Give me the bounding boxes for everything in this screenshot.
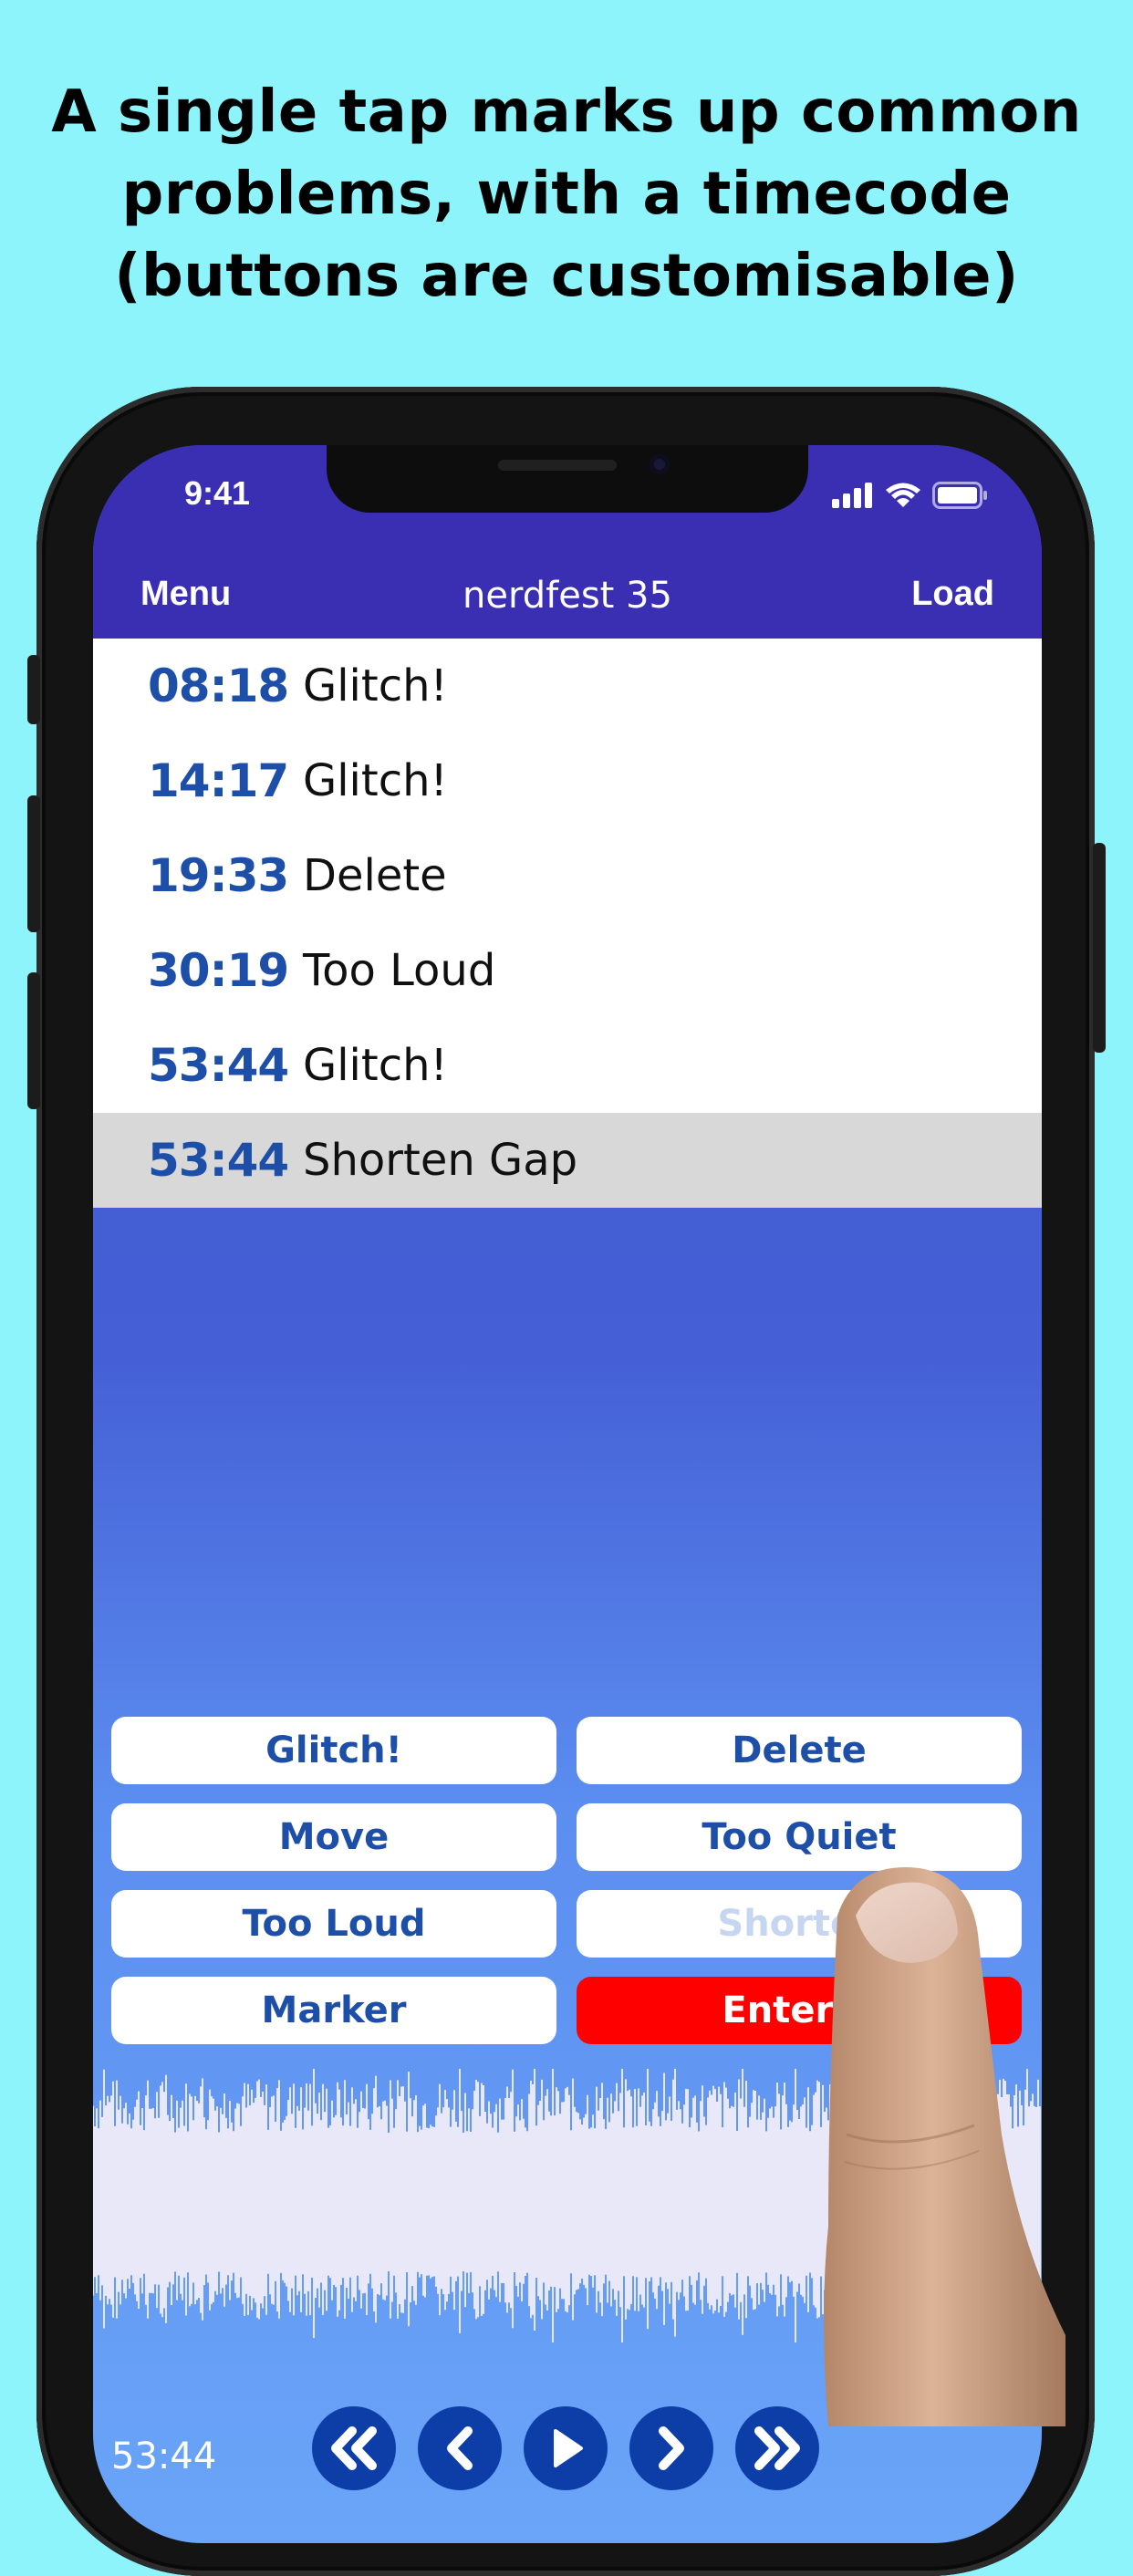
skip-back-double-button[interactable] (312, 2406, 396, 2490)
playback-time: 53:44 (111, 2436, 217, 2477)
list-item[interactable]: 30:19 Too Loud (93, 923, 1042, 1018)
skip-back-button[interactable] (418, 2406, 502, 2490)
list-item[interactable]: 53:44 Glitch! (93, 1018, 1042, 1113)
marker-label: Glitch! (303, 660, 448, 712)
wifi-icon (886, 483, 920, 507)
skip-forward-button[interactable] (629, 2406, 713, 2490)
too-loud-button[interactable]: Too Loud (111, 1890, 556, 1958)
load-button[interactable]: Load (911, 575, 994, 614)
timecode: 30:19 (148, 944, 289, 997)
headline-line-1: A single tap marks up common (51, 78, 1082, 146)
marker-label: Too Loud (303, 945, 496, 996)
timecode: 53:44 (148, 1039, 289, 1092)
power-button (1093, 843, 1106, 1053)
delete-button[interactable]: Delete (577, 1717, 1022, 1784)
status-icons (832, 482, 989, 509)
speaker-grille (498, 460, 617, 471)
timecode: 08:18 (148, 660, 289, 712)
notch (327, 445, 808, 513)
marker-label: Delete (303, 850, 447, 901)
list-item[interactable]: 14:17 Glitch! (93, 733, 1042, 828)
play-button[interactable] (524, 2406, 608, 2490)
status-time: 9:41 (184, 474, 251, 512)
project-title: nerdfest 35 (463, 575, 672, 617)
list-item[interactable]: 08:18 Glitch! (93, 639, 1042, 733)
battery-icon (932, 482, 987, 509)
marker-label: Shorten Gap (303, 1135, 578, 1186)
skip-back-icon (447, 2426, 473, 2470)
list-item[interactable]: 19:33 Delete (93, 828, 1042, 923)
signal-icon (832, 483, 872, 508)
timecode: 19:33 (148, 849, 289, 902)
marker-button[interactable]: Marker (111, 1977, 556, 2044)
marker-list: 08:18 Glitch! 14:17 Glitch! 19:33 Delete… (93, 639, 1042, 1208)
marker-label: Glitch! (303, 755, 448, 806)
skip-back-double-icon (331, 2426, 377, 2470)
move-button[interactable]: Move (111, 1803, 556, 1871)
headline-line-3: (buttons are customisable) (114, 243, 1019, 310)
play-icon (554, 2429, 583, 2467)
list-item-selected[interactable]: 53:44 Shorten Gap (93, 1113, 1042, 1208)
marker-label: Glitch! (303, 1040, 448, 1091)
skip-forward-double-icon (754, 2426, 800, 2470)
headline: A single tap marks up common problems, w… (0, 71, 1133, 317)
timecode: 14:17 (148, 754, 289, 807)
transport-controls (312, 2406, 819, 2490)
front-camera (650, 454, 670, 474)
nav-bar: Menu nerdfest 35 Load (93, 553, 1042, 639)
volume-up-button (27, 795, 40, 932)
timecode: 53:44 (148, 1134, 289, 1187)
skip-forward-icon (659, 2426, 684, 2470)
finger-photo (824, 1867, 1065, 2426)
glitch-button[interactable]: Glitch! (111, 1717, 556, 1784)
silent-switch (27, 655, 40, 724)
volume-down-button (27, 972, 40, 1109)
headline-line-2: problems, with a timecode (121, 161, 1012, 228)
